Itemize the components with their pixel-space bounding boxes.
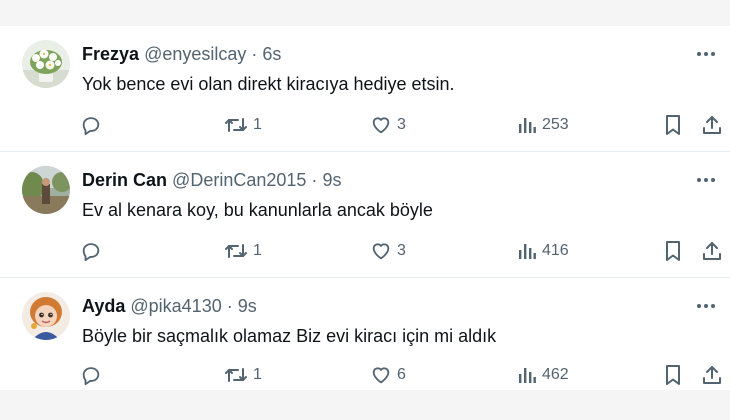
like-count: 3 bbox=[397, 116, 406, 133]
action-bar: 1 6 462 bbox=[80, 362, 722, 388]
action-bar: 1 3 253 bbox=[80, 112, 722, 138]
like-button[interactable]: 6 bbox=[370, 362, 406, 388]
timestamp[interactable]: 9s bbox=[238, 296, 257, 316]
views-icon bbox=[517, 115, 537, 135]
like-count: 3 bbox=[397, 242, 406, 259]
reply-feed: Frezya @enyesilcay · 6s Yok bence evi ol… bbox=[0, 26, 730, 390]
display-name[interactable]: Frezya bbox=[82, 44, 139, 64]
tweet[interactable]: Derin Can @DerinCan2015 · 9s Ev al kenar… bbox=[0, 152, 730, 278]
user-handle[interactable]: @pika4130 bbox=[130, 296, 221, 316]
share-button[interactable] bbox=[701, 112, 723, 138]
share-button[interactable] bbox=[701, 238, 723, 264]
heart-icon bbox=[370, 114, 392, 136]
reply-icon bbox=[80, 114, 102, 136]
like-count: 6 bbox=[397, 366, 406, 383]
timestamp[interactable]: 6s bbox=[262, 44, 281, 64]
heart-icon bbox=[370, 364, 392, 386]
retweet-button[interactable]: 1 bbox=[224, 112, 262, 138]
retweet-icon bbox=[224, 240, 248, 262]
retweet-button[interactable]: 1 bbox=[224, 238, 262, 264]
separator-dot: · bbox=[251, 44, 258, 64]
bookmark-button[interactable] bbox=[663, 238, 683, 264]
views-icon bbox=[517, 365, 537, 385]
more-icon[interactable] bbox=[694, 168, 718, 192]
more-icon[interactable] bbox=[694, 294, 718, 318]
separator-dot: · bbox=[226, 296, 233, 316]
views-count: 416 bbox=[542, 242, 569, 259]
tweet[interactable]: Ayda @pika4130 · 9s Böyle bir saçmalık o… bbox=[0, 278, 730, 390]
heart-icon bbox=[370, 240, 392, 262]
bookmark-icon bbox=[663, 114, 683, 136]
tweet[interactable]: Frezya @enyesilcay · 6s Yok bence evi ol… bbox=[0, 26, 730, 152]
tweet-header: Ayda @pika4130 · 9s bbox=[82, 295, 257, 317]
retweet-button[interactable]: 1 bbox=[224, 362, 262, 388]
retweet-icon bbox=[224, 364, 248, 386]
display-name[interactable]: Ayda bbox=[82, 296, 125, 316]
share-button[interactable] bbox=[701, 362, 723, 388]
views-button[interactable]: 462 bbox=[517, 362, 569, 388]
tweet-header: Derin Can @DerinCan2015 · 9s bbox=[82, 169, 341, 191]
tweet-header: Frezya @enyesilcay · 6s bbox=[82, 43, 281, 65]
share-icon bbox=[701, 240, 723, 262]
retweet-icon bbox=[224, 114, 248, 136]
separator-dot: · bbox=[311, 170, 318, 190]
timestamp[interactable]: 9s bbox=[322, 170, 341, 190]
like-button[interactable]: 3 bbox=[370, 238, 406, 264]
action-bar: 1 3 416 bbox=[80, 238, 722, 264]
views-icon bbox=[517, 241, 537, 261]
page: Frezya @enyesilcay · 6s Yok bence evi ol… bbox=[0, 0, 730, 420]
user-handle[interactable]: @enyesilcay bbox=[144, 44, 246, 64]
tweet-text: Böyle bir saçmalık olamaz Biz evi kiracı… bbox=[82, 326, 497, 346]
retweet-count: 1 bbox=[253, 242, 262, 259]
reply-icon bbox=[80, 240, 102, 262]
bookmark-button[interactable] bbox=[663, 362, 683, 388]
user-handle[interactable]: @DerinCan2015 bbox=[172, 170, 306, 190]
bookmark-icon bbox=[663, 240, 683, 262]
views-count: 253 bbox=[542, 116, 569, 133]
share-icon bbox=[701, 364, 723, 386]
more-icon[interactable] bbox=[694, 42, 718, 66]
tweet-text: Ev al kenara koy, bu kanunlarla ancak bö… bbox=[82, 200, 433, 220]
reply-icon bbox=[80, 364, 102, 386]
reply-button[interactable] bbox=[80, 238, 102, 264]
bookmark-button[interactable] bbox=[663, 112, 683, 138]
tweet-text: Yok bence evi olan direkt kiracıya hediy… bbox=[82, 74, 455, 94]
like-button[interactable]: 3 bbox=[370, 112, 406, 138]
avatar[interactable] bbox=[22, 40, 70, 88]
views-count: 462 bbox=[542, 366, 569, 383]
reply-button[interactable] bbox=[80, 362, 102, 388]
views-button[interactable]: 253 bbox=[517, 112, 569, 138]
display-name[interactable]: Derin Can bbox=[82, 170, 167, 190]
retweet-count: 1 bbox=[253, 116, 262, 133]
views-button[interactable]: 416 bbox=[517, 238, 569, 264]
bookmark-icon bbox=[663, 364, 683, 386]
avatar[interactable] bbox=[22, 292, 70, 340]
reply-button[interactable] bbox=[80, 112, 102, 138]
avatar[interactable] bbox=[22, 166, 70, 214]
share-icon bbox=[701, 114, 723, 136]
retweet-count: 1 bbox=[253, 366, 262, 383]
